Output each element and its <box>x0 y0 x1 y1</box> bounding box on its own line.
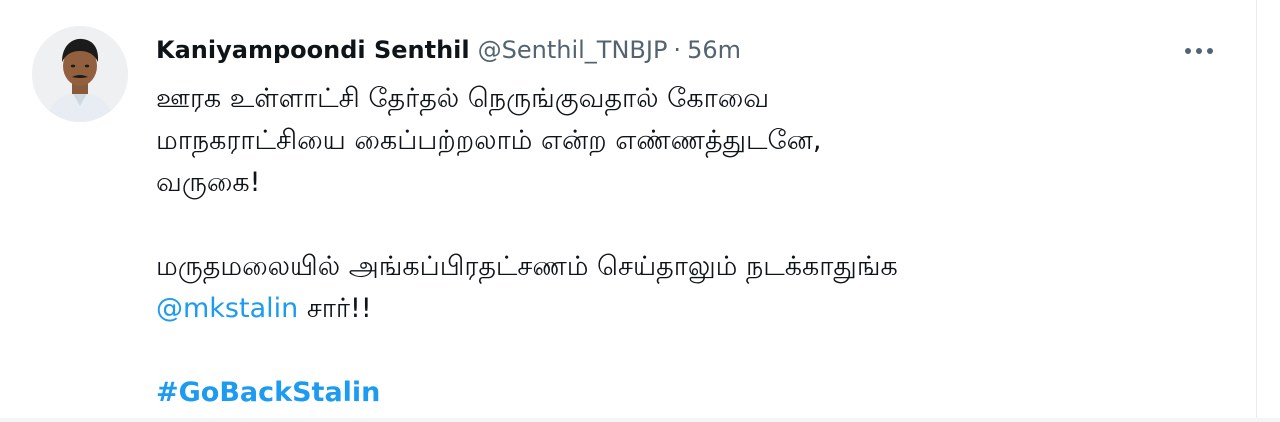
mention-link[interactable]: @mkstalin <box>156 293 298 324</box>
timestamp[interactable]: 56m <box>687 36 741 64</box>
avatar-image <box>32 26 128 122</box>
more-options-button[interactable] <box>1176 34 1222 68</box>
tweet-text: ஊரக உள்ளாட்சி தேர்தல் நெருங்குவதால் கோவை… <box>156 78 1236 414</box>
tweet-text-line: ஊரக உள்ளாட்சி தேர்தல் நெருங்குவதால் கோவை <box>156 83 770 114</box>
tweet-card[interactable]: Kaniyampoondi Senthil @Senthil_TNBJP · 5… <box>0 0 1256 422</box>
bottom-divider <box>0 418 1280 422</box>
tweet-text-line: வருகை! <box>156 167 261 198</box>
tweet-header: Kaniyampoondi Senthil @Senthil_TNBJP · 5… <box>156 30 741 70</box>
mention-suffix: சார்!! <box>298 293 372 324</box>
hashtag-line: #GoBackStalin <box>156 372 1236 414</box>
header-separator: · <box>673 36 682 64</box>
tweet-text-line: மருதமலையில் அங்கப்பிரதட்சணம் செய்தாலும் … <box>156 251 898 282</box>
column-divider <box>1256 0 1257 422</box>
hashtag-link[interactable]: #GoBackStalin <box>156 377 380 408</box>
author-name[interactable]: Kaniyampoondi Senthil <box>156 36 470 64</box>
author-handle[interactable]: @Senthil_TNBJP <box>478 36 668 64</box>
more-horizontal-icon <box>1185 48 1213 54</box>
avatar[interactable] <box>32 26 128 122</box>
mention-line: @mkstalin சார்!! <box>156 288 1236 330</box>
tweet-text-line: மாநகராட்சியை கைப்பற்றலாம் என்ற எண்ணத்துட… <box>156 125 822 156</box>
